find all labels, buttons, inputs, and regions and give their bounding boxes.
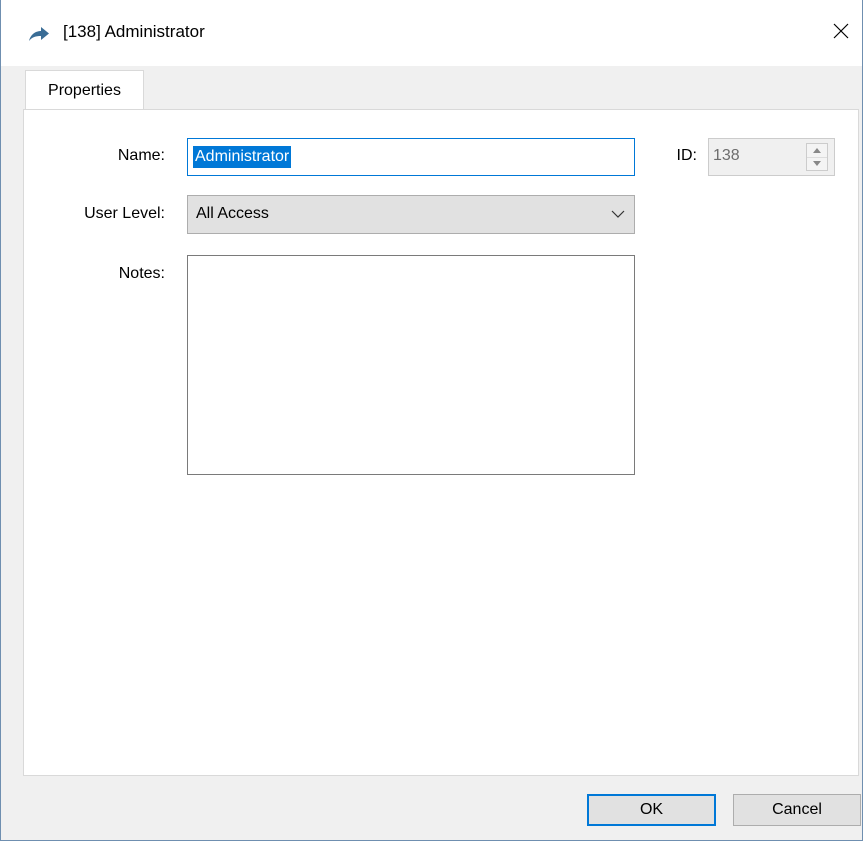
window-title: [138] Administrator: [63, 22, 205, 41]
ok-label: OK: [639, 801, 664, 818]
tab-strip: Properties: [1, 66, 862, 111]
spin-up-button[interactable]: [807, 144, 827, 158]
spin-down-button[interactable]: [807, 157, 827, 170]
tab-label: Properties: [48, 82, 121, 99]
name-label: Name:: [117, 147, 165, 164]
arrow-icon: [28, 26, 50, 42]
name-field[interactable]: Administrator: [187, 138, 635, 176]
id-stepper[interactable]: 138: [708, 138, 835, 176]
ok-button[interactable]: OK: [587, 794, 716, 826]
chevron-down-icon: [611, 207, 625, 221]
up-arrow-icon: [813, 148, 821, 153]
tab-properties[interactable]: Properties: [25, 70, 144, 111]
user-level-select[interactable]: All Access: [187, 195, 635, 234]
user-level-label: User Level:: [84, 205, 165, 222]
id-value: 138: [713, 147, 740, 164]
notes-label: Notes:: [118, 265, 165, 282]
close-button[interactable]: [821, 14, 861, 52]
close-icon: [833, 23, 849, 44]
notes-textarea[interactable]: [187, 255, 635, 475]
title-bar[interactable]: [138] Administrator: [1, 0, 862, 66]
down-arrow-icon: [813, 161, 821, 166]
user-level-value: All Access: [196, 205, 269, 222]
dialog-window: [138] Administrator Properties Name: Adm…: [0, 0, 863, 841]
id-spin-buttons: [806, 143, 828, 171]
id-label: ID:: [676, 147, 697, 164]
cancel-button[interactable]: Cancel: [733, 794, 861, 826]
name-value-selected: Administrator: [193, 146, 292, 168]
cancel-label: Cancel: [772, 801, 822, 818]
